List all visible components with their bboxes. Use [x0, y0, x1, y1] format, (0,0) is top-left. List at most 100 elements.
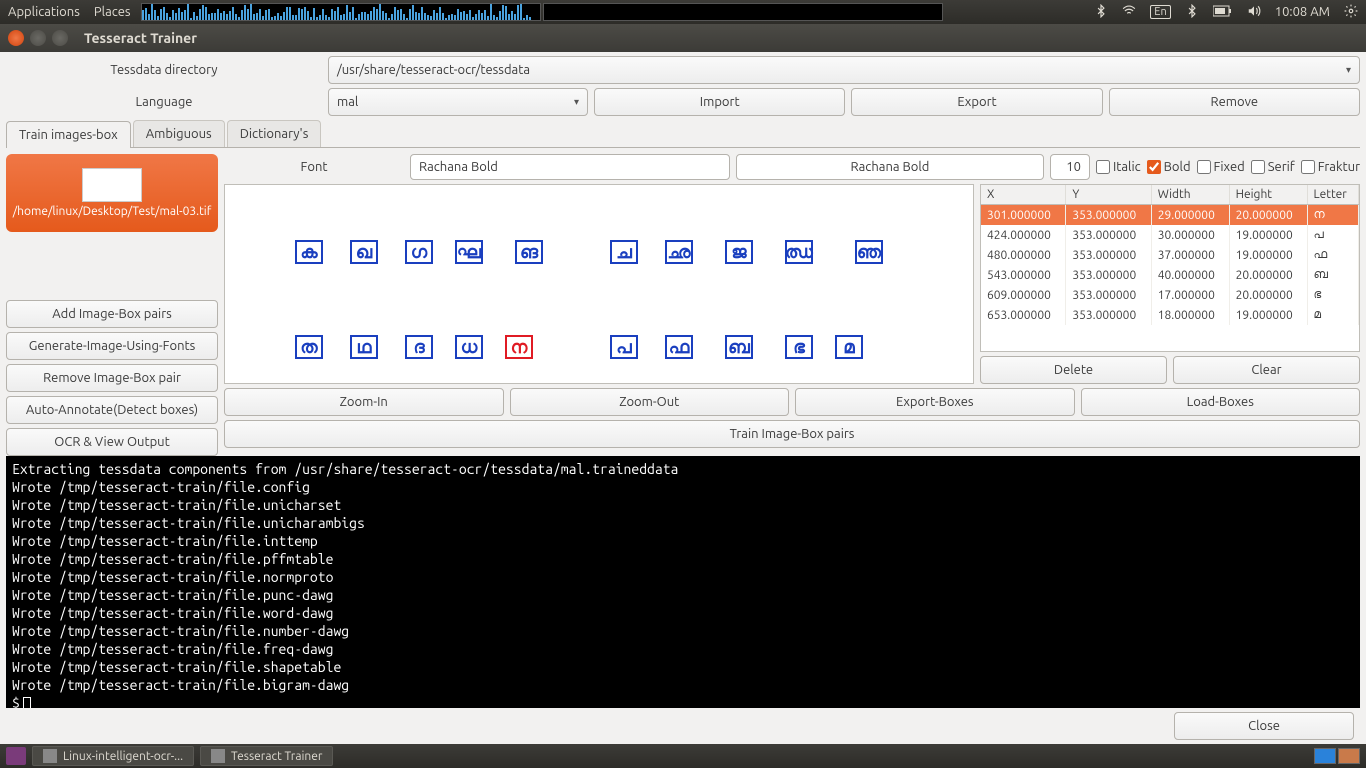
- tab-train-images-box[interactable]: Train images-box: [6, 121, 131, 148]
- taskbar-item-2[interactable]: Tesseract Trainer: [200, 746, 333, 766]
- add-image-box-button[interactable]: Add Image-Box pairs: [6, 300, 218, 328]
- glyph-box[interactable]: ദ: [405, 335, 433, 359]
- workspace-2[interactable]: [1338, 748, 1360, 764]
- tab-dictionary[interactable]: Dictionary's: [227, 120, 322, 147]
- table-cell: 37.000000: [1151, 245, 1229, 265]
- bold-checkbox[interactable]: Bold: [1147, 160, 1191, 174]
- window-maximize-button[interactable]: [52, 30, 68, 46]
- bluetooth-icon-2[interactable]: [1185, 4, 1199, 21]
- image-thumbnail[interactable]: /home/linux/Desktop/Test/mal-03.tif: [6, 154, 218, 232]
- workspace-switcher[interactable]: [1314, 748, 1360, 764]
- glyph-box[interactable]: ച: [610, 240, 638, 264]
- font-size-input[interactable]: 10: [1050, 154, 1090, 180]
- table-cell: 40.000000: [1151, 265, 1229, 285]
- font-display-field[interactable]: Rachana Bold: [736, 154, 1044, 180]
- table-cell: 30.000000: [1151, 225, 1229, 245]
- start-button[interactable]: [6, 747, 26, 765]
- glyph-box[interactable]: ക: [295, 240, 323, 264]
- table-row[interactable]: 480.000000353.00000037.00000019.000000ഫ: [981, 245, 1359, 265]
- tab-ambiguous[interactable]: Ambiguous: [133, 120, 225, 147]
- glyph-box[interactable]: ങ: [515, 240, 543, 264]
- table-cell: ബ: [1307, 265, 1358, 285]
- battery-icon[interactable]: [1213, 5, 1233, 20]
- font-display-value: Rachana Bold: [851, 160, 930, 174]
- col-y[interactable]: Y: [1066, 185, 1151, 205]
- glyph-box[interactable]: ഭ: [785, 335, 813, 359]
- wifi-icon[interactable]: [1122, 4, 1136, 21]
- glyph-box[interactable]: ബ: [725, 335, 753, 359]
- generate-image-button[interactable]: Generate-Image-Using-Fonts: [6, 332, 218, 360]
- zoom-out-button[interactable]: Zoom-Out: [510, 388, 790, 416]
- taskbar-item-1[interactable]: Linux-intelligent-ocr-...: [32, 746, 194, 766]
- gear-icon[interactable]: [1344, 4, 1358, 21]
- table-cell: 19.000000: [1229, 245, 1307, 265]
- font-name-value: Rachana Bold: [419, 160, 498, 174]
- table-row[interactable]: 609.000000353.00000017.00000020.000000ഭ: [981, 285, 1359, 305]
- font-name-input[interactable]: Rachana Bold: [410, 154, 730, 180]
- clock[interactable]: 10:08 AM: [1275, 5, 1330, 19]
- table-row[interactable]: 301.000000353.00000029.00000020.000000ന: [981, 205, 1359, 226]
- remove-button[interactable]: Remove: [1109, 88, 1360, 116]
- export-button[interactable]: Export: [851, 88, 1102, 116]
- load-boxes-button[interactable]: Load-Boxes: [1081, 388, 1361, 416]
- task-label: Tesseract Trainer: [231, 750, 322, 763]
- window-close-button[interactable]: [8, 30, 24, 46]
- glyph-box[interactable]: ഖ: [350, 240, 378, 264]
- import-button[interactable]: Import: [594, 88, 845, 116]
- table-cell: 301.000000: [981, 205, 1066, 226]
- cpu-graph: [141, 3, 541, 21]
- glyph-box[interactable]: പ: [610, 335, 638, 359]
- glyph-box[interactable]: ഗ: [405, 240, 433, 264]
- table-row[interactable]: 653.000000353.00000018.00000019.000000മ: [981, 305, 1359, 325]
- window-minimize-button[interactable]: [30, 30, 46, 46]
- close-button[interactable]: Close: [1174, 712, 1354, 740]
- serif-checkbox[interactable]: Serif: [1251, 160, 1295, 174]
- clear-button[interactable]: Clear: [1173, 356, 1360, 384]
- glyph-box[interactable]: മ: [835, 335, 863, 359]
- delete-button[interactable]: Delete: [980, 356, 1167, 384]
- fixed-checkbox[interactable]: Fixed: [1197, 160, 1245, 174]
- keyboard-indicator[interactable]: En: [1150, 5, 1170, 19]
- language-combo[interactable]: mal ▾: [328, 88, 588, 116]
- table-cell: ഫ: [1307, 245, 1358, 265]
- train-image-box-button[interactable]: Train Image-Box pairs: [224, 420, 1360, 448]
- glyph-box[interactable]: ഫ: [665, 335, 693, 359]
- table-cell: 353.000000: [1066, 245, 1151, 265]
- remove-image-box-button[interactable]: Remove Image-Box pair: [6, 364, 218, 392]
- ocr-view-output-button[interactable]: OCR & View Output: [6, 428, 218, 456]
- fraktur-label: Fraktur: [1318, 160, 1360, 174]
- italic-checkbox[interactable]: Italic: [1096, 160, 1141, 174]
- tessdata-combo[interactable]: /usr/share/tesseract-ocr/tessdata ▾: [328, 56, 1360, 84]
- glyph-box[interactable]: ത: [295, 335, 323, 359]
- table-cell: 353.000000: [1066, 205, 1151, 226]
- table-row[interactable]: 543.000000353.00000040.00000020.000000ബ: [981, 265, 1359, 285]
- auto-annotate-button[interactable]: Auto-Annotate(Detect boxes): [6, 396, 218, 424]
- glyph-box[interactable]: ഞ: [855, 240, 883, 264]
- glyph-box[interactable]: ഝ: [785, 240, 813, 264]
- col-x[interactable]: X: [981, 185, 1066, 205]
- table-cell: 653.000000: [981, 305, 1066, 325]
- table-row[interactable]: 424.000000353.00000030.00000019.000000പ: [981, 225, 1359, 245]
- glyph-box[interactable]: ഛ: [665, 240, 693, 264]
- table-cell: 609.000000: [981, 285, 1066, 305]
- col-width[interactable]: Width: [1151, 185, 1229, 205]
- glyph-box[interactable]: ന: [505, 335, 533, 359]
- image-canvas[interactable]: ക ഖ ഗഘ ങ ച ഛ ജ ഝ ഞ ത ഥ ദധന പ ഫ ബ ഭമ: [224, 184, 974, 384]
- applications-menu[interactable]: Applications: [8, 5, 80, 19]
- bluetooth-icon[interactable]: [1094, 4, 1108, 21]
- fraktur-checkbox[interactable]: Fraktur: [1301, 160, 1360, 174]
- glyph-box[interactable]: ഘ: [455, 240, 483, 264]
- col-letter[interactable]: Letter: [1307, 185, 1358, 205]
- volume-icon[interactable]: [1247, 4, 1261, 21]
- box-table[interactable]: X Y Width Height Letter 301.000000353.00…: [980, 184, 1360, 352]
- glyph-box[interactable]: ഥ: [350, 335, 378, 359]
- places-menu[interactable]: Places: [94, 5, 131, 19]
- net-graph: [543, 3, 943, 21]
- zoom-in-button[interactable]: Zoom-In: [224, 388, 504, 416]
- terminal-output[interactable]: Extracting tessdata components from /usr…: [6, 456, 1360, 708]
- workspace-1[interactable]: [1314, 748, 1336, 764]
- glyph-box[interactable]: ജ: [725, 240, 753, 264]
- export-boxes-button[interactable]: Export-Boxes: [795, 388, 1075, 416]
- glyph-box[interactable]: ധ: [455, 335, 483, 359]
- col-height[interactable]: Height: [1229, 185, 1307, 205]
